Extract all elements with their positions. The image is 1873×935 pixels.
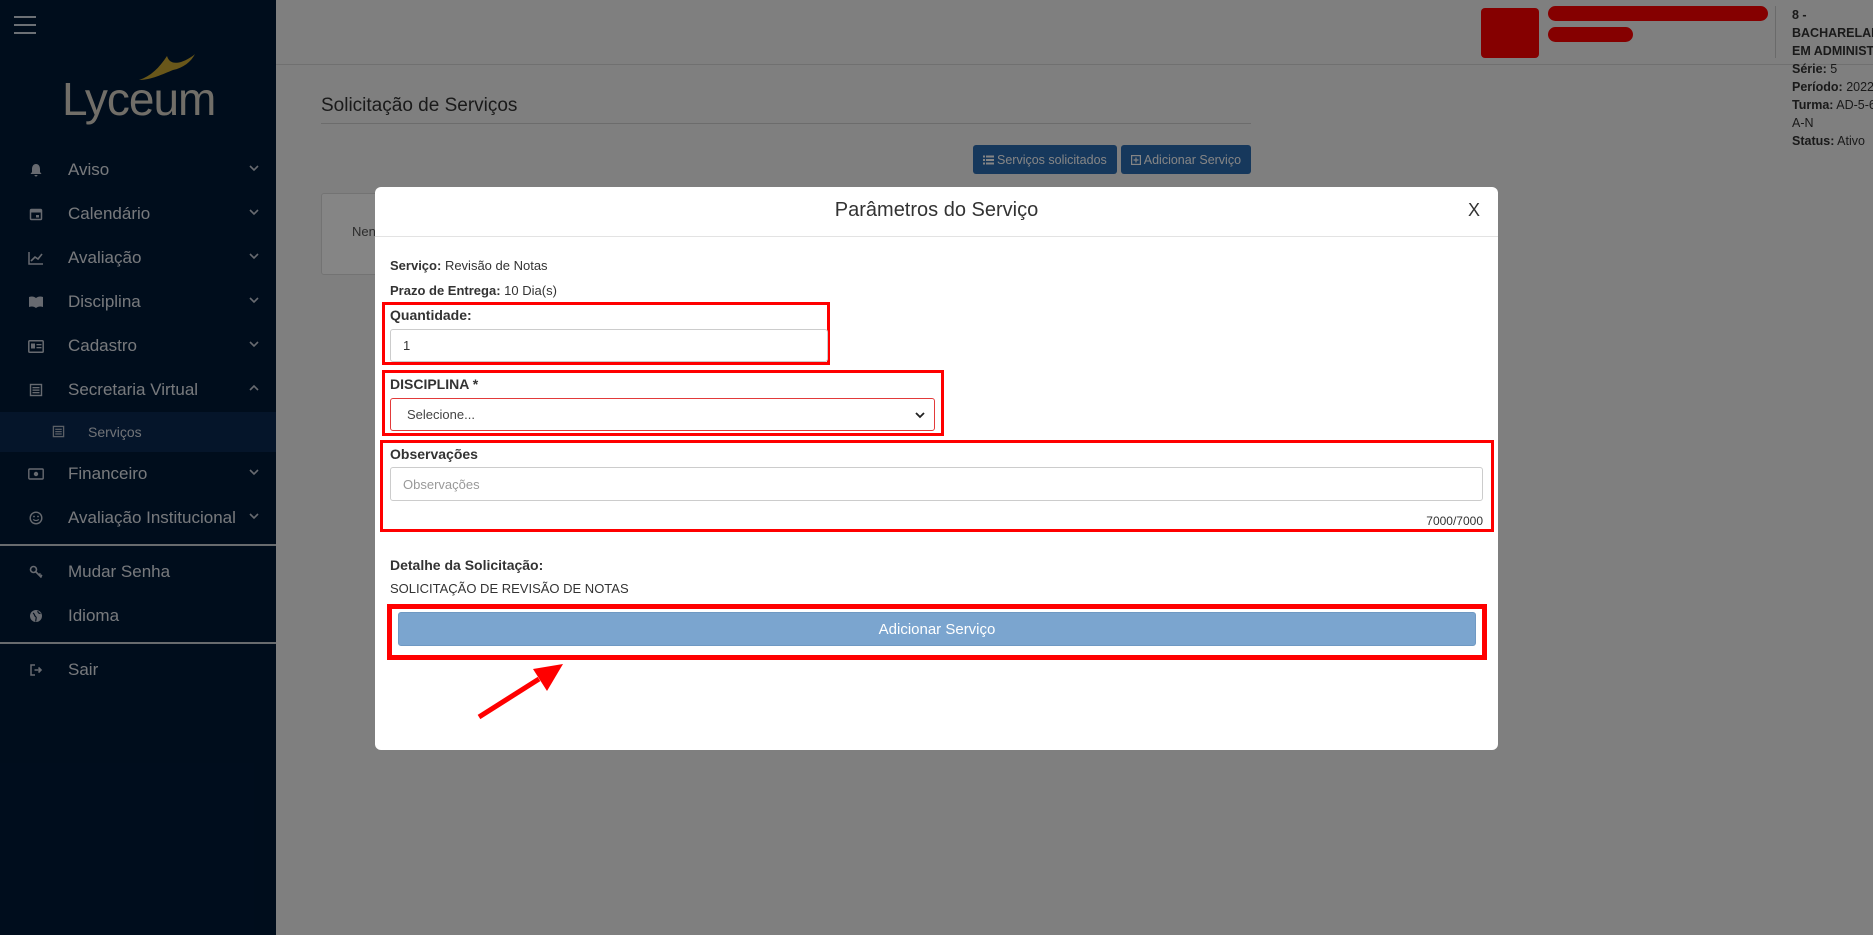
modal-title: Parâmetros do Serviço <box>834 199 1039 221</box>
observations-label: Observações <box>390 446 478 462</box>
service-line: Serviço: Revisão de Notas <box>390 258 548 273</box>
chevron-down-icon <box>915 412 925 419</box>
add-service-submit-button[interactable]: Adicionar Serviço <box>398 612 1476 646</box>
detail-label: Detalhe da Solicitação: <box>390 557 544 573</box>
discipline-label: DISCIPLINA * <box>390 376 479 392</box>
observations-textarea[interactable]: Observações <box>390 467 1483 501</box>
char-counter: 7000/7000 <box>1426 514 1483 528</box>
discipline-selected-value: Selecione... <box>407 407 475 422</box>
deadline-value: 10 Dia(s) <box>504 283 557 298</box>
service-parameters-modal: Parâmetros do Serviço X Serviço: Revisão… <box>375 187 1498 750</box>
service-label: Serviço: <box>390 258 442 273</box>
modal-header: Parâmetros do Serviço X <box>375 187 1498 237</box>
close-button[interactable]: X <box>1468 200 1480 221</box>
quantity-label: Quantidade: <box>390 307 472 323</box>
deadline-line: Prazo de Entrega: 10 Dia(s) <box>390 283 557 298</box>
discipline-select[interactable]: Selecione... <box>390 398 935 431</box>
quantity-input[interactable]: 1 <box>390 329 828 362</box>
deadline-label: Prazo de Entrega: <box>390 283 501 298</box>
arrow-annotation-icon <box>477 664 563 720</box>
service-value: Revisão de Notas <box>444 258 548 273</box>
detail-value: SOLICITAÇÃO DE REVISÃO DE NOTAS <box>390 581 629 596</box>
